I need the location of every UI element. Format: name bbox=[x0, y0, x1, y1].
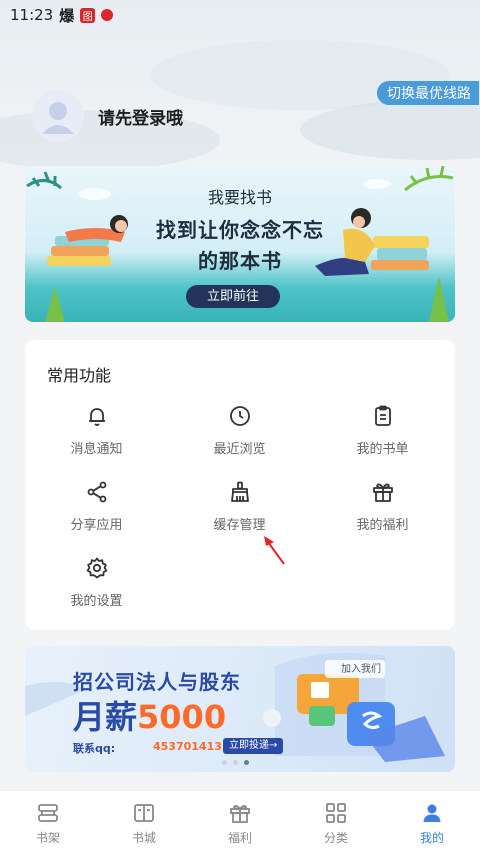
gift-icon bbox=[230, 804, 250, 823]
func-label: 我的福利 bbox=[356, 518, 409, 533]
func-notifications[interactable]: 消息通知 bbox=[25, 402, 168, 466]
carousel-dot bbox=[233, 760, 238, 765]
func-label: 消息通知 bbox=[70, 442, 123, 457]
recruit-headline: 招公司法人与股东 bbox=[73, 670, 241, 694]
notification-dot-icon bbox=[101, 9, 114, 21]
tab-mine[interactable]: 我的 bbox=[384, 791, 480, 853]
gift-icon bbox=[369, 478, 397, 506]
default-avatar-icon bbox=[42, 102, 74, 134]
func-my-benefits[interactable]: 我的福利 bbox=[311, 478, 454, 542]
tab-label: 书架 bbox=[35, 831, 60, 845]
func-recent-browse[interactable]: 最近浏览 bbox=[168, 402, 311, 466]
tab-label: 福利 bbox=[227, 831, 252, 845]
tab-benefits[interactable]: 福利 bbox=[192, 791, 288, 853]
share-icon bbox=[83, 478, 111, 506]
status-glyph: 爆 bbox=[59, 6, 75, 25]
tab-label: 分类 bbox=[323, 831, 348, 845]
book-icon bbox=[134, 804, 154, 822]
func-label: 最近浏览 bbox=[213, 442, 266, 457]
notification-badge-icon: 图 bbox=[80, 7, 96, 23]
grid-icon bbox=[326, 803, 346, 823]
func-my-booklist[interactable]: 我的书单 bbox=[311, 402, 454, 466]
pointer-arrow-icon bbox=[264, 536, 285, 565]
go-now-button[interactable]: 立即前往 bbox=[186, 285, 280, 308]
func-label: 我的设置 bbox=[70, 594, 123, 609]
carousel-dot-active bbox=[244, 760, 249, 765]
banner-slogan-line1: 找到让你念念不忘 bbox=[156, 218, 324, 242]
switch-route-button[interactable]: 切换最优线路 bbox=[376, 80, 480, 106]
status-bar: 11:23 爆 图 bbox=[0, 0, 480, 30]
banner-slogan-line2: 的那本书 bbox=[198, 249, 282, 273]
func-label: 缓存管理 bbox=[213, 518, 266, 533]
avatar[interactable] bbox=[32, 90, 84, 142]
contact-qq: 453701413 bbox=[153, 740, 222, 753]
user-icon bbox=[423, 804, 441, 822]
func-label: 分享应用 bbox=[70, 518, 123, 533]
clipboard-icon bbox=[369, 402, 397, 430]
contact-label: 联系qq: bbox=[73, 742, 116, 755]
tab-categories[interactable]: 分类 bbox=[288, 791, 384, 853]
bottom-tab-bar: 书架 书城 福利 分类 我的 bbox=[0, 790, 480, 853]
func-share-app[interactable]: 分享应用 bbox=[25, 478, 168, 542]
bell-icon bbox=[83, 402, 111, 430]
recruit-banner[interactable]: 加入我们 招公司法人与股东 月薪5000 联系qq: 453701413 立即投… bbox=[25, 646, 455, 772]
profile-section[interactable]: 请先登录哦 bbox=[32, 90, 183, 142]
tab-bookstore[interactable]: 书城 bbox=[96, 791, 192, 853]
common-functions-card: 常用功能 消息通知 最近浏览 我的书单 分享应用 缓存管理 我的福利 我的设置 bbox=[25, 340, 455, 630]
func-my-settings[interactable]: 我的设置 bbox=[25, 554, 168, 618]
banner-title: 我要找书 bbox=[207, 188, 272, 207]
func-label: 我的书单 bbox=[356, 442, 409, 457]
common-functions-title: 常用功能 bbox=[47, 366, 112, 385]
salary-prefix: 月薪 bbox=[73, 698, 138, 736]
bookshelf-icon bbox=[38, 804, 58, 822]
salary-line: 月薪5000 bbox=[73, 692, 226, 738]
salary-number: 5000 bbox=[137, 698, 227, 736]
tab-label: 书城 bbox=[131, 831, 156, 845]
find-book-banner[interactable]: 我要找书 找到让你念念不忘 的那本书 立即前往 bbox=[25, 166, 455, 322]
login-prompt[interactable]: 请先登录哦 bbox=[98, 104, 183, 129]
tab-bookshelf[interactable]: 书架 bbox=[0, 791, 96, 853]
gear-icon bbox=[83, 554, 111, 582]
func-cache-management[interactable]: 缓存管理 bbox=[168, 478, 311, 542]
carousel-indicator bbox=[222, 760, 249, 765]
join-us-tag: 加入我们 bbox=[341, 664, 381, 675]
broom-icon bbox=[226, 478, 254, 506]
apply-now-button[interactable]: 立即投递→ bbox=[223, 738, 284, 754]
tab-label: 我的 bbox=[419, 831, 444, 845]
clock-icon bbox=[226, 402, 254, 430]
status-time: 11:23 bbox=[10, 6, 54, 24]
carousel-dot bbox=[222, 760, 227, 765]
